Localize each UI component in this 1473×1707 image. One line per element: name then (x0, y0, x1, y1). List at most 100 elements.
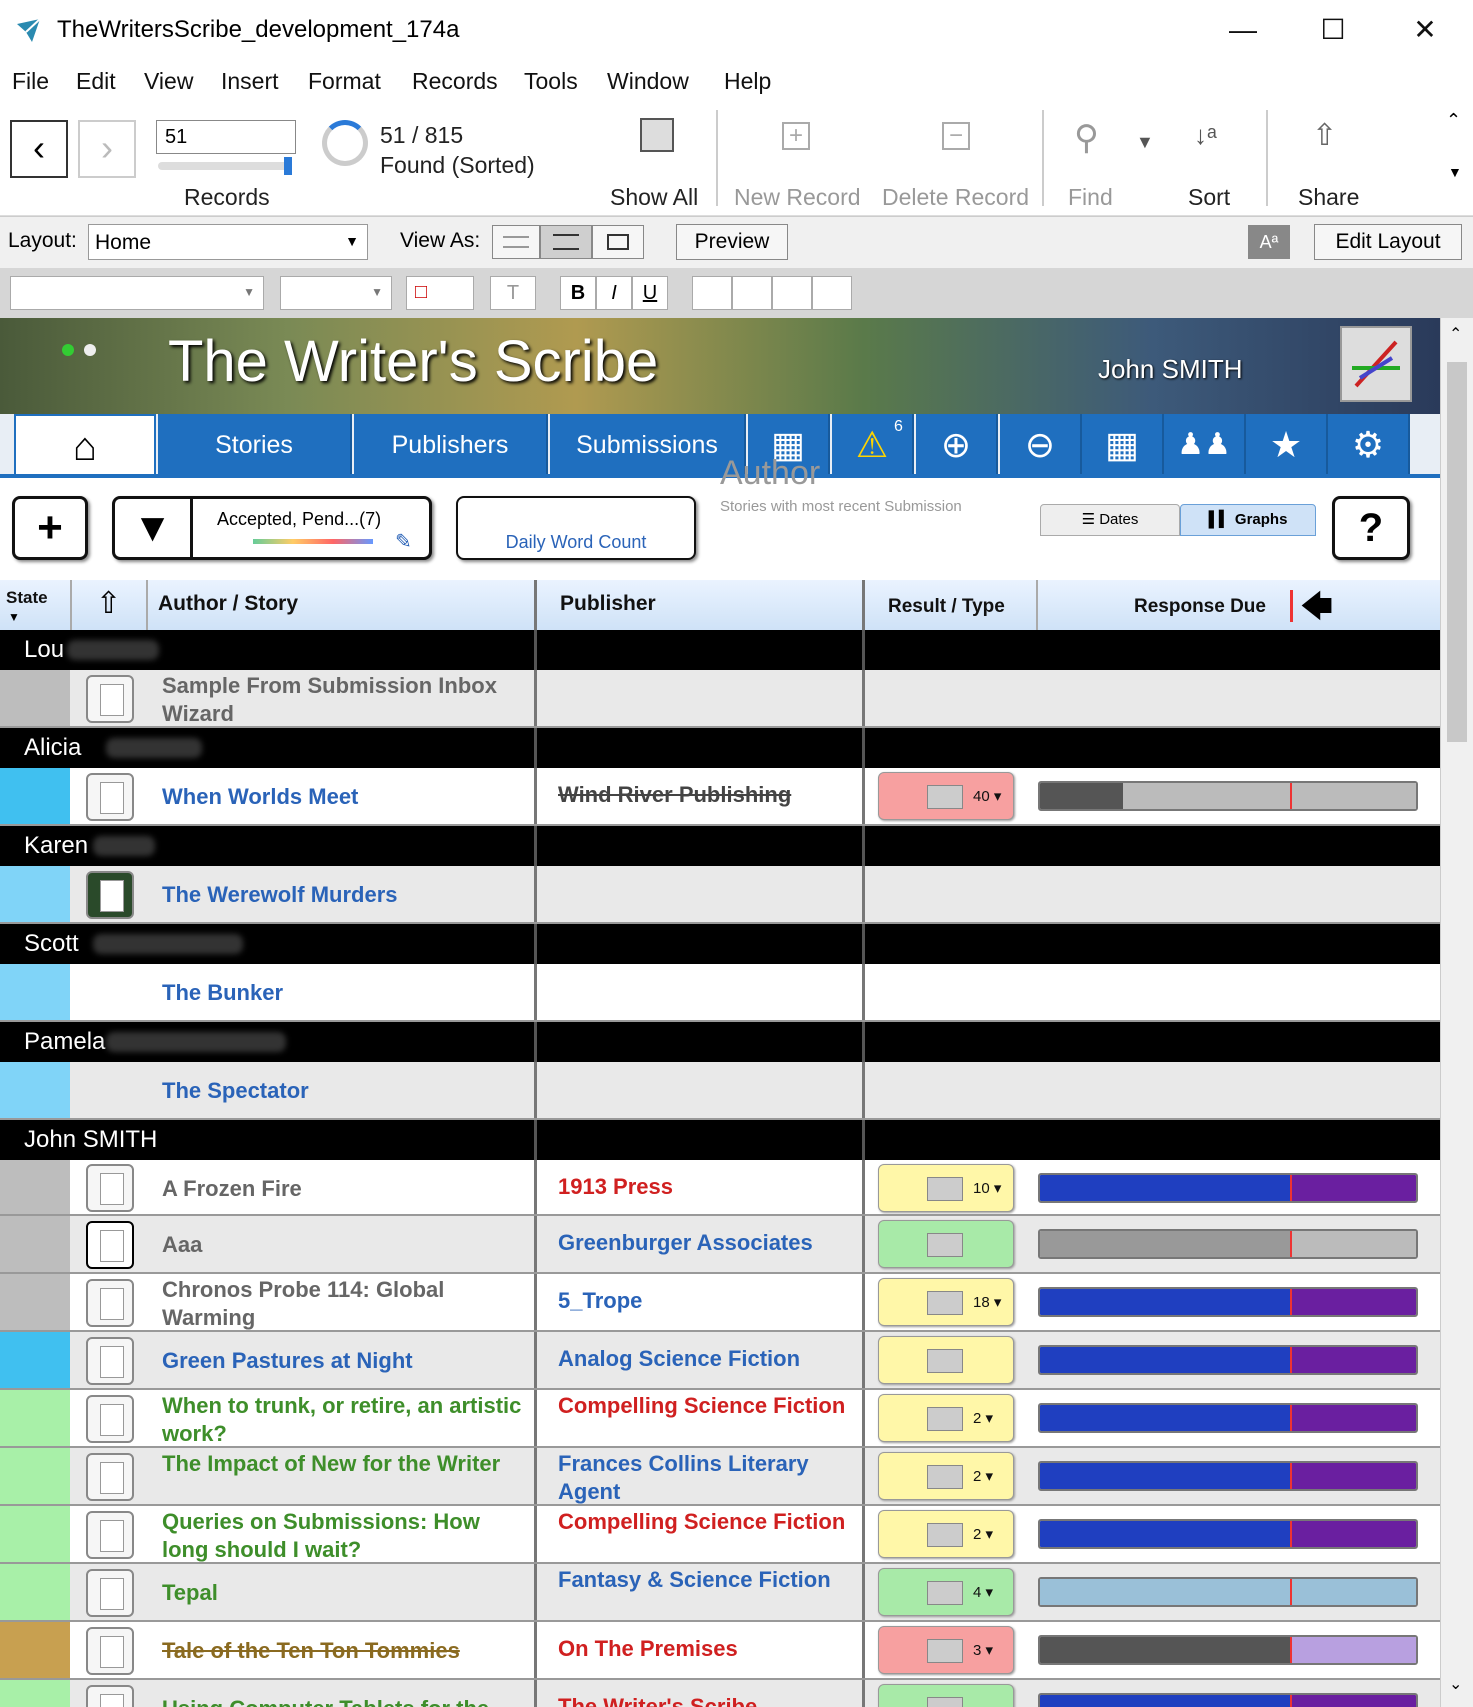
preview-button[interactable]: Preview (676, 224, 788, 260)
align-left-icon[interactable] (692, 276, 732, 310)
response-due-bar[interactable] (1038, 1173, 1418, 1203)
tab-publishers[interactable]: Publishers (354, 414, 548, 476)
story-title[interactable]: Chronos Probe 114: Global Warming (162, 1276, 532, 1332)
help-button[interactable]: ? (1332, 496, 1410, 560)
close-button[interactable]: ✕ (1400, 10, 1450, 50)
state-indicator[interactable] (0, 1622, 70, 1678)
delete-record-button[interactable]: Delete Record (882, 184, 1029, 211)
envelope-icon[interactable] (86, 1221, 134, 1269)
author-group-header[interactable]: Scott (0, 924, 1440, 964)
author-group-header[interactable]: John SMITH (0, 1120, 1440, 1160)
story-row[interactable]: Queries on Submissions: How long should … (0, 1506, 1440, 1564)
days-count[interactable]: 40 ▾ (973, 787, 1001, 805)
toolbar-menu-icon[interactable]: ▼ (1448, 164, 1462, 180)
filter-control[interactable]: ▼ Accepted, Pend...(7) ✎ (112, 496, 432, 560)
tab-graphs[interactable]: ▌▍ Graphs (1180, 504, 1316, 536)
remove-circle-icon[interactable]: ⊖ (1000, 414, 1082, 476)
menu-view[interactable]: View (144, 68, 193, 95)
story-title[interactable]: The Impact of New for the Writer (162, 1450, 532, 1478)
story-row[interactable]: The Werewolf Murders (0, 866, 1440, 924)
response-due-column-header[interactable]: Response Due (1134, 596, 1266, 618)
story-title[interactable]: When Worlds Meet (162, 783, 532, 811)
story-title[interactable]: Tale of the Ten Ton Tommies (162, 1637, 532, 1665)
state-indicator[interactable] (0, 670, 70, 726)
story-row[interactable]: The Spectator (0, 1062, 1440, 1120)
story-title[interactable]: Queries on Submissions: How long should … (162, 1508, 532, 1564)
state-indicator[interactable] (0, 1390, 70, 1446)
sort-icon[interactable]: ↓ᵃ (1194, 120, 1217, 151)
bold-icon[interactable]: B (560, 276, 596, 310)
story-row[interactable]: Tepal Fantasy & Science Fiction 4 ▾ (0, 1564, 1440, 1622)
add-button[interactable]: + (12, 496, 88, 560)
menu-tools[interactable]: Tools (524, 68, 578, 95)
story-row[interactable]: Aaa Greenburger Associates (0, 1216, 1440, 1274)
maximize-button[interactable]: ☐ (1308, 10, 1358, 50)
font-select[interactable]: ▼ (10, 276, 264, 310)
layout-select[interactable]: Home ▼ (88, 224, 368, 260)
sort-button[interactable]: Sort (1188, 184, 1230, 211)
share-icon[interactable]: ⇧ (1312, 118, 1337, 153)
state-indicator[interactable] (0, 1274, 70, 1330)
response-due-bar[interactable] (1038, 1345, 1418, 1375)
result-type-column-header[interactable]: Result / Type (888, 596, 1005, 618)
underline-icon[interactable]: U (632, 276, 668, 310)
tab-submissions[interactable]: Submissions (550, 414, 746, 476)
menu-records[interactable]: Records (412, 68, 498, 95)
author-group-header[interactable]: Pamela (0, 1022, 1440, 1062)
record-number-input[interactable] (156, 120, 296, 154)
chevron-down-icon[interactable]: ▼ (1136, 132, 1154, 153)
response-due-bar[interactable] (1038, 1693, 1418, 1707)
state-column-header[interactable]: State (6, 588, 48, 608)
story-row[interactable]: The Impact of New for the Writer Frances … (0, 1448, 1440, 1506)
gear-icon[interactable]: ⚙ (1328, 414, 1410, 476)
document-icon[interactable] (86, 1569, 134, 1617)
story-row[interactable]: The Bunker (0, 964, 1440, 1022)
response-due-bar[interactable] (1038, 1577, 1418, 1607)
state-indicator[interactable] (0, 964, 70, 1020)
menu-file[interactable]: File (12, 68, 49, 95)
story-row[interactable]: Chronos Probe 114: Global Warming 5_Trope… (0, 1274, 1440, 1332)
find-icon[interactable]: ⚲ (1074, 118, 1099, 158)
scrollbar[interactable]: ⌃ ⌄ (1440, 318, 1473, 1707)
days-count[interactable]: 2 ▾ (973, 1467, 993, 1485)
response-due-bar[interactable] (1038, 1519, 1418, 1549)
show-all-button[interactable]: Show All (610, 184, 698, 211)
result-badge[interactable]: 2 ▾ (878, 1510, 1014, 1558)
response-due-bar[interactable] (1038, 1635, 1418, 1665)
font-size-select[interactable]: ▼ (280, 276, 392, 310)
result-badge[interactable]: 3 ▾ (878, 1626, 1014, 1674)
author-story-column-header[interactable]: Author / Story (158, 592, 298, 616)
result-badge[interactable] (878, 1220, 1014, 1268)
response-due-bar[interactable] (1038, 1403, 1418, 1433)
state-indicator[interactable] (0, 1564, 70, 1620)
list-view-button[interactable] (540, 225, 592, 259)
star-icon[interactable]: ★ (1246, 414, 1328, 476)
state-indicator[interactable] (0, 1680, 70, 1707)
publisher-name[interactable]: 1913 Press (558, 1173, 858, 1201)
story-title[interactable]: Aaa (162, 1231, 532, 1259)
table-icon[interactable]: ▦ (1082, 414, 1164, 476)
menu-window[interactable]: Window (607, 68, 689, 95)
align-justify-icon[interactable] (812, 276, 852, 310)
text-size-button[interactable]: Aª (1248, 225, 1290, 259)
story-title[interactable]: The Spectator (162, 1077, 532, 1105)
days-count[interactable]: 10 ▾ (973, 1179, 1001, 1197)
result-badge[interactable]: 4 ▾ (878, 1568, 1014, 1616)
story-row[interactable]: Sample From Submission Inbox Wizard (0, 670, 1440, 728)
daily-word-count-button[interactable]: Daily Word Count (456, 496, 696, 560)
result-badge[interactable]: 18 ▾ (878, 1278, 1014, 1326)
story-row[interactable]: A Frozen Fire 1913 Press 10 ▾ (0, 1160, 1440, 1216)
record-slider[interactable] (158, 157, 292, 175)
document-icon[interactable] (86, 1511, 134, 1559)
publisher-column-header[interactable]: Publisher (560, 592, 656, 616)
response-due-bar[interactable] (1038, 1287, 1418, 1317)
italic-icon[interactable]: I (596, 276, 632, 310)
document-icon[interactable] (86, 1395, 134, 1443)
new-record-button[interactable]: New Record (734, 184, 861, 211)
publisher-name[interactable]: Compelling Science Fiction (558, 1392, 858, 1420)
publisher-name[interactable]: Wind River Publishing (558, 781, 858, 809)
story-title[interactable]: The Werewolf Murders (162, 881, 532, 909)
state-indicator[interactable] (0, 1216, 70, 1272)
days-count[interactable]: 2 ▾ (973, 1409, 993, 1427)
story-title[interactable]: When to trunk, or retire, an artistic wo… (162, 1392, 532, 1448)
